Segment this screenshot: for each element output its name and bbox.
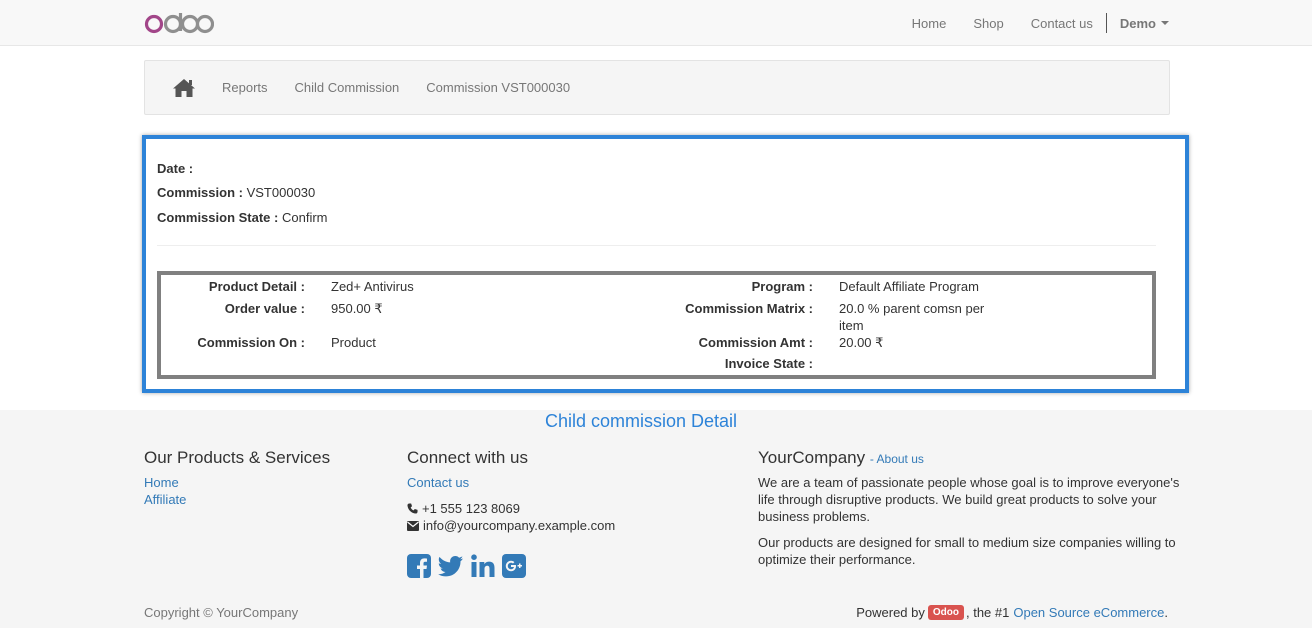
user-menu-dropdown[interactable]: Demo — [1120, 16, 1169, 31]
commission-label: Commission : — [157, 185, 243, 200]
order-value-label: Order value : — [224, 301, 305, 316]
commission-matrix-value-line2: item — [839, 318, 864, 333]
image-caption: Child commission Detail — [544, 411, 738, 431]
about-paragraph-2: Our products are designed for small to m… — [758, 534, 1176, 568]
commission-matrix-label: Commission Matrix : — [685, 301, 813, 316]
date-row: Date : — [157, 161, 193, 176]
open-source-ecommerce-link[interactable]: Open Source eCommerce — [1013, 605, 1164, 620]
user-name: Demo — [1119, 15, 1156, 31]
phone-icon — [407, 503, 418, 514]
social-icons — [407, 554, 533, 578]
about-paragraph-2-line: optimize their performance. — [758, 552, 916, 567]
panel-divider — [157, 245, 1156, 246]
commission-state-row: Commission State : Confirm — [157, 210, 328, 225]
phone-line: +1 555 123 8069 — [407, 501, 520, 516]
commission-amt-label: Commission Amt : — [698, 335, 813, 350]
powered-by: Powered by Odoo , the #1 Open Source eCo… — [856, 605, 1168, 620]
commission-row: Commission : VST000030 — [157, 185, 315, 200]
about-paragraph-1-line: business problems. — [758, 509, 870, 524]
nav-home-link[interactable]: Home — [912, 16, 947, 31]
nav-links: Home Shop Contact us Demo — [885, 0, 1169, 46]
caret-down-icon — [1161, 21, 1169, 25]
commission-detail-table: Product Detail : Zed+ Antivirus Order va… — [157, 271, 1156, 379]
product-detail-label: Product Detail : — [208, 279, 305, 294]
commission-matrix-value-line1: 20.0 % parent comsn per — [839, 301, 985, 316]
nav-shop-link[interactable]: Shop — [973, 16, 1003, 31]
connect-heading: Connect with us — [407, 448, 528, 467]
footer-contact-link[interactable]: Contact us — [407, 475, 469, 490]
program-label: Program : — [751, 279, 813, 294]
commission-on-label: Commission On : — [197, 335, 305, 350]
invoice-state-label: Invoice State : — [724, 356, 813, 371]
phone-number: +1 555 123 8069 — [422, 501, 520, 516]
envelope-icon — [407, 520, 419, 531]
nav-divider — [1105, 13, 1107, 33]
date-label: Date : — [157, 161, 194, 176]
powered-by-suffix: . — [1164, 605, 1168, 620]
order-value-value: 950.00 ₹ — [331, 301, 383, 316]
powered-by-mid: , the #1 — [965, 605, 1010, 620]
odoo-logo-icon — [144, 13, 214, 34]
footer-home-link[interactable]: Home — [144, 475, 179, 490]
breadcrumb-current: Commission VST000030 — [426, 80, 571, 95]
odoo-badge[interactable]: Odoo — [927, 605, 964, 620]
email-line: info@yourcompany.example.com — [407, 518, 615, 533]
commission-state-label: Commission State : — [157, 210, 279, 225]
about-paragraph-2-line: Our products are designed for small to m… — [758, 535, 1176, 550]
breadcrumb-reports[interactable]: Reports — [222, 80, 268, 95]
about-paragraph-1-line: We are a team of passionate people whose… — [758, 475, 1180, 490]
top-navbar: Home Shop Contact us Demo — [0, 0, 1312, 46]
company-name: YourCompany — [758, 448, 866, 467]
about-paragraph-1-line: life through disruptive products. We bui… — [758, 492, 1157, 507]
copyright-text: Copyright © YourCompany — [144, 605, 299, 620]
commission-value: VST000030 — [246, 185, 316, 200]
about-paragraph-1: We are a team of passionate people whose… — [758, 474, 1179, 525]
odoo-logo[interactable] — [144, 10, 214, 36]
company-heading: YourCompany - About us — [758, 448, 924, 468]
nav-contact-link[interactable]: Contact us — [1031, 16, 1093, 31]
about-us-link[interactable]: - About us — [870, 452, 924, 466]
commission-panel: Date : Commission : VST000030 Commission… — [142, 135, 1189, 393]
google-plus-icon[interactable] — [502, 554, 526, 578]
commission-amt-value: 20.00 ₹ — [839, 335, 884, 350]
email-address: info@yourcompany.example.com — [423, 518, 616, 533]
breadcrumb-child-commission[interactable]: Child Commission — [295, 80, 400, 95]
home-icon[interactable] — [172, 78, 196, 98]
program-value: Default Affiliate Program — [839, 279, 979, 294]
twitter-icon[interactable] — [438, 554, 464, 578]
commission-on-value: Product — [331, 335, 376, 350]
powered-by-prefix: Powered by — [856, 605, 925, 620]
commission-state-value: Confirm — [281, 210, 328, 225]
linkedin-icon[interactable] — [471, 554, 495, 578]
breadcrumb: Reports Child Commission Commission VST0… — [144, 60, 1170, 115]
product-detail-value: Zed+ Antivirus — [331, 279, 414, 294]
products-services-heading: Our Products & Services — [144, 448, 331, 467]
facebook-icon[interactable] — [407, 554, 431, 578]
footer-affiliate-link[interactable]: Affiliate — [144, 492, 186, 507]
